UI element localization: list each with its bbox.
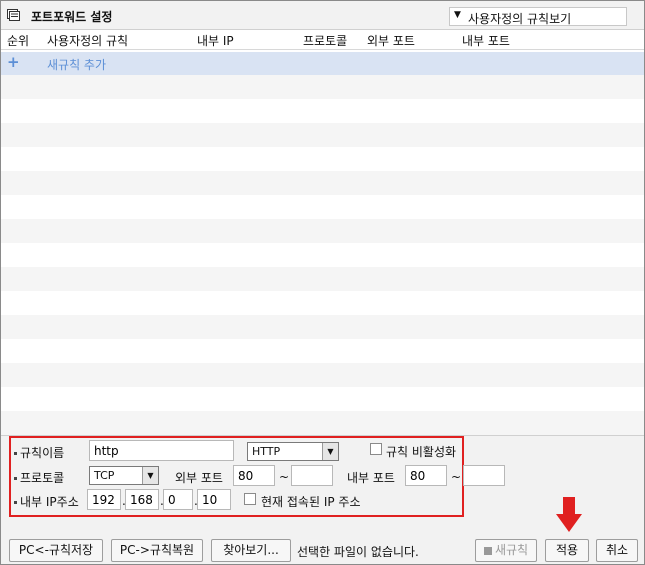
- list-row: [1, 99, 644, 123]
- internal-port-to-input[interactable]: [463, 465, 505, 486]
- protocol-select[interactable]: TCP ▼: [89, 466, 159, 485]
- apply-button[interactable]: 적용: [545, 539, 589, 562]
- internal-port-from-input[interactable]: [405, 465, 447, 486]
- external-port-to-input[interactable]: [291, 465, 333, 486]
- port-forward-window: 포트포워드 설정 ▼ 사용자정의 규칙보기 순위 사용자정의 규칙 내부 IP …: [0, 0, 645, 565]
- ip-octet-1-input[interactable]: [87, 489, 121, 510]
- view-filter-select[interactable]: ▼ 사용자정의 규칙보기: [449, 7, 627, 26]
- add-new-rule-label: 새규칙 추가: [47, 58, 107, 72]
- list-row: [1, 123, 644, 147]
- chevron-down-icon: ▼: [142, 467, 158, 484]
- col-header-external-port: 외부 포트: [367, 34, 415, 48]
- pointer-arrow-icon: [556, 497, 582, 532]
- new-rule-plus-icon: [483, 546, 492, 555]
- service-select[interactable]: HTTP ▼: [247, 442, 339, 461]
- table-header: 순위 사용자정의 규칙 내부 IP 프로토콜 외부 포트 내부 포트: [1, 30, 644, 50]
- external-port-label: 외부 포트: [175, 471, 223, 485]
- list-row: [1, 387, 644, 411]
- list-row: [1, 267, 644, 291]
- list-row: [1, 339, 644, 363]
- no-file-status: 선택한 파일이 없습니다.: [297, 545, 419, 559]
- disable-rule-label: 규칙 비활성화: [386, 445, 457, 459]
- title-bar: 포트포워드 설정 ▼ 사용자정의 규칙보기: [1, 1, 644, 30]
- col-header-protocol: 프로토콜: [303, 34, 348, 48]
- browse-file-button[interactable]: 찾아보기...: [211, 539, 291, 562]
- list-row: [1, 147, 644, 171]
- col-header-rule: 사용자정의 규칙: [47, 34, 129, 48]
- rule-name-label: 규칙이름: [14, 444, 64, 461]
- add-new-rule-row[interactable]: + 새규칙 추가: [1, 52, 644, 75]
- rules-list: [1, 75, 644, 437]
- protocol-label: 프로토콜: [14, 469, 64, 486]
- internal-port-tilde: ~: [451, 470, 462, 484]
- disable-rule-checkbox[interactable]: [370, 443, 382, 455]
- list-row: [1, 243, 644, 267]
- list-row: [1, 291, 644, 315]
- internal-port-label: 내부 포트: [347, 471, 395, 485]
- col-header-internal-port: 내부 포트: [462, 34, 510, 48]
- external-port-from-input[interactable]: [233, 465, 275, 486]
- list-row: [1, 171, 644, 195]
- service-select-value: HTTP: [252, 445, 281, 458]
- window-list-icon: [7, 9, 20, 21]
- internal-ip-label: 내부 IP주소: [14, 493, 79, 510]
- external-port-tilde: ~: [279, 470, 290, 484]
- list-row: [1, 411, 644, 435]
- col-header-rank: 순위: [7, 34, 30, 48]
- ip-octet-4-input[interactable]: [197, 489, 231, 510]
- ip-octet-3-input[interactable]: [163, 489, 193, 510]
- protocol-select-value: TCP: [94, 469, 115, 482]
- dropdown-arrow-icon: ▼: [454, 10, 461, 20]
- view-filter-value: 사용자정의 규칙보기: [468, 12, 572, 26]
- new-rule-button[interactable]: 새규칙: [475, 539, 537, 562]
- chevron-down-icon: ▼: [322, 443, 338, 460]
- page-title: 포트포워드 설정: [31, 10, 113, 24]
- list-row: [1, 195, 644, 219]
- list-row: [1, 315, 644, 339]
- current-ip-label: 현재 접속된 IP 주소: [261, 495, 361, 509]
- add-plus-icon: +: [7, 53, 20, 71]
- restore-rules-from-pc-button[interactable]: PC->규칙복원: [111, 539, 203, 562]
- list-row: [1, 75, 644, 99]
- col-header-internal-ip: 내부 IP: [197, 34, 234, 48]
- list-row: [1, 219, 644, 243]
- ip-octet-2-input[interactable]: [125, 489, 159, 510]
- rule-name-input[interactable]: [89, 440, 234, 461]
- current-ip-checkbox[interactable]: [244, 493, 256, 505]
- rule-edit-panel: 규칙이름 HTTP ▼ 규칙 비활성화 프로토콜 TCP ▼ 외부 포트 ~ 내…: [1, 435, 644, 564]
- cancel-button[interactable]: 취소: [596, 539, 638, 562]
- list-row: [1, 363, 644, 387]
- save-rules-to-pc-button[interactable]: PC<-규칙저장: [9, 539, 103, 562]
